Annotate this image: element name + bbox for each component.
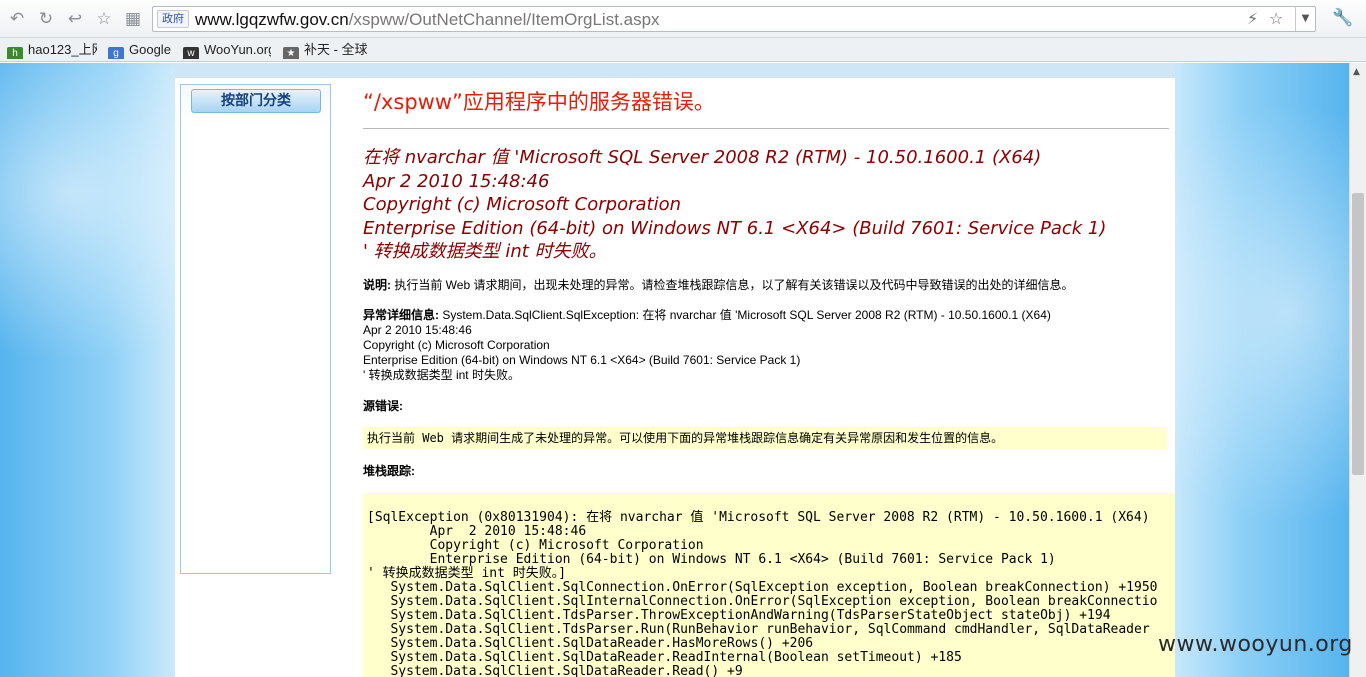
- divider: [363, 128, 1169, 129]
- error-message-line: Copyright (c) Microsoft Corporation: [363, 194, 682, 215]
- exception-line: ' 转换成数据类型 int 时失败。: [363, 368, 520, 382]
- scroll-thumb[interactable]: [1352, 193, 1364, 475]
- address-bar[interactable]: 政府 www.lgqzwfw.gov.cn/xspww/OutNetChanne…: [152, 6, 1316, 32]
- exception-details: 异常详细信息: System.Data.SqlClient.SqlExcepti…: [363, 308, 1175, 383]
- bookmark-hao123[interactable]: h hao123_上网: [7, 41, 97, 59]
- page-title: “/xspww”应用程序中的服务器错误。: [363, 90, 715, 114]
- google-icon: g: [108, 47, 124, 59]
- error-message-line: ' 转换成数据类型 int 时失败。: [363, 241, 607, 262]
- stack-line: System.Data.SqlClient.SqlDataReader.Read…: [367, 664, 743, 677]
- url-host: www.lgqzwfw.gov.cn: [195, 10, 349, 29]
- chevron-down-icon[interactable]: ▼: [1295, 7, 1315, 31]
- sidebar-panel: 按部门分类: [180, 84, 331, 574]
- url-path: /xspww/OutNetChannel/ItemOrgList.aspx: [348, 10, 660, 29]
- error-message-line: Apr 2 2010 15:48:46: [363, 170, 550, 192]
- stack-line: Copyright (c) Microsoft Corporation: [367, 538, 704, 553]
- page-viewport: 按部门分类 “/xspww”应用程序中的服务器错误。 在将 nvarchar 值…: [0, 63, 1349, 677]
- stack-line: System.Data.SqlClient.SqlInternalConnect…: [367, 594, 1158, 609]
- butian-icon: ★: [283, 47, 299, 59]
- stack-line: Apr 2 2010 15:48:46: [367, 524, 587, 539]
- grid-icon[interactable]: ▦: [122, 8, 144, 30]
- stack-label-text: 堆栈跟踪:: [363, 464, 415, 478]
- stack-line: [SqlException (0x80131904): 在将 nvarchar …: [367, 510, 1150, 525]
- stack-line: System.Data.SqlClient.TdsParser.ThrowExc…: [367, 608, 1111, 623]
- exception-line: System.Data.SqlClient.SqlException: 在将 n…: [439, 308, 1051, 322]
- zone-badge: 政府: [157, 10, 189, 28]
- error-message-line: Enterprise Edition (64-bit) on Windows N…: [363, 217, 1107, 239]
- bookmarks-bar: h hao123_上网 g Google w WooYun.org ★ 补天 - 全球: [0, 38, 1366, 62]
- undo-icon[interactable]: ↩: [64, 8, 86, 30]
- star-outline-icon[interactable]: ☆: [1269, 9, 1283, 28]
- bookmark-google[interactable]: g Google: [108, 41, 180, 59]
- wrench-icon[interactable]: 🔧: [1332, 8, 1353, 28]
- browser-toolbar: ↶ ↻ ↩ ☆ ▦ 政府 www.lgqzwfw.gov.cn/xspww/Ou…: [0, 0, 1366, 38]
- back-arrow-icon[interactable]: ↶: [6, 8, 28, 30]
- url-text[interactable]: www.lgqzwfw.gov.cn/xspww/OutNetChannel/I…: [195, 10, 660, 30]
- watermark: www.wooyun.org: [1158, 632, 1353, 657]
- bookmark-butian[interactable]: ★ 补天 - 全球: [283, 41, 373, 59]
- stack-line: System.Data.SqlClient.SqlConnection.OnEr…: [367, 580, 1158, 595]
- error-message: 在将 nvarchar 值 'Microsoft SQL Server 2008…: [363, 146, 1175, 264]
- bookmark-label: Google: [129, 42, 171, 57]
- exception-label: 异常详细信息:: [363, 308, 439, 322]
- stack-line: ' 转换成数据类型 int 时失败。]: [367, 566, 567, 581]
- error-content: “/xspww”应用程序中的服务器错误。 在将 nvarchar 值 'Micr…: [363, 78, 1175, 677]
- description-text: 执行当前 Web 请求期间，出现未处理的异常。请检查堆栈跟踪信息，以了解有关该错…: [391, 278, 1074, 292]
- vertical-scrollbar[interactable]: ▲: [1349, 63, 1366, 677]
- page-area: 按部门分类 “/xspww”应用程序中的服务器错误。 在将 nvarchar 值…: [175, 78, 1175, 677]
- description-label: 说明:: [363, 278, 391, 292]
- hao123-icon: h: [7, 47, 23, 59]
- stack-line: System.Data.SqlClient.SqlDataReader.Read…: [367, 650, 962, 665]
- source-error-label: 源错误:: [363, 399, 1175, 414]
- source-error-box: 执行当前 Web 请求期间生成了未处理的异常。可以使用下面的异常堆栈跟踪信息确定…: [363, 427, 1167, 449]
- source-label-text: 源错误:: [363, 399, 403, 413]
- exception-line: Apr 2 2010 15:48:46: [363, 323, 472, 337]
- stack-line: System.Data.SqlClient.TdsParser.Run(RunB…: [367, 622, 1150, 637]
- wooyun-icon: w: [183, 47, 199, 59]
- page-top-strip: [175, 63, 1175, 78]
- sidebar-title[interactable]: 按部门分类: [191, 89, 321, 113]
- bookmark-label: 补天 - 全球: [304, 42, 368, 57]
- stack-line: System.Data.SqlClient.SqlDataReader.HasM…: [367, 636, 814, 651]
- scroll-up-arrow-icon[interactable]: ▲: [1353, 67, 1360, 77]
- bookmark-label: hao123_上网: [28, 42, 97, 57]
- error-message-line: 在将 nvarchar 值 'Microsoft SQL Server 2008…: [363, 147, 1042, 168]
- lightning-icon[interactable]: ⚡: [1247, 9, 1258, 28]
- exception-line: Copyright (c) Microsoft Corporation: [363, 338, 550, 352]
- description: 说明: 执行当前 Web 请求期间，出现未处理的异常。请检查堆栈跟踪信息，以了解…: [363, 278, 1175, 293]
- reload-icon[interactable]: ↻: [35, 8, 57, 30]
- stack-line: Enterprise Edition (64-bit) on Windows N…: [367, 552, 1056, 567]
- exception-line: Enterprise Edition (64-bit) on Windows N…: [363, 353, 801, 367]
- stack-trace-label: 堆栈跟踪:: [363, 464, 1175, 479]
- stack-trace-box: [SqlException (0x80131904): 在将 nvarchar …: [363, 493, 1175, 677]
- bookmark-wooyun[interactable]: w WooYun.org: [183, 41, 271, 59]
- star-icon[interactable]: ☆: [93, 8, 115, 30]
- bookmark-label: WooYun.org: [204, 42, 271, 57]
